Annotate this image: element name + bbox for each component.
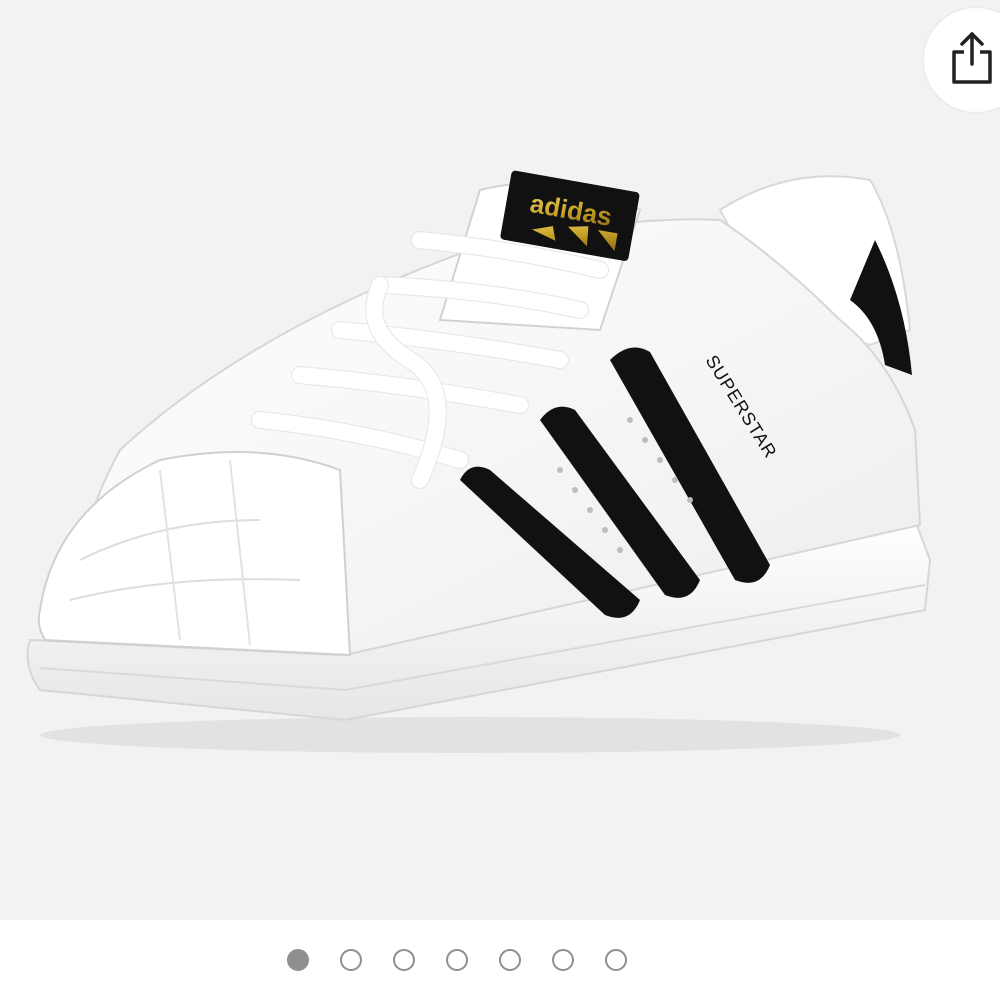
carousel-dots <box>287 949 627 971</box>
carousel-dot-2[interactable] <box>340 949 362 971</box>
carousel-dot-4[interactable] <box>446 949 468 971</box>
image-carousel-indicator <box>0 920 1000 1000</box>
carousel-dot-3[interactable] <box>393 949 415 971</box>
shoe-shadow <box>40 717 900 753</box>
carousel-dot-6[interactable] <box>552 949 574 971</box>
carousel-dot-1[interactable] <box>287 949 309 971</box>
share-icon <box>952 32 992 84</box>
shell-toe <box>37 451 352 657</box>
product-image[interactable]: adidas SUPERSTAR <box>0 0 1000 920</box>
product-image-panel[interactable]: adidas SUPERSTAR <box>0 0 1000 920</box>
carousel-dot-7[interactable] <box>605 949 627 971</box>
carousel-dot-5[interactable] <box>499 949 521 971</box>
